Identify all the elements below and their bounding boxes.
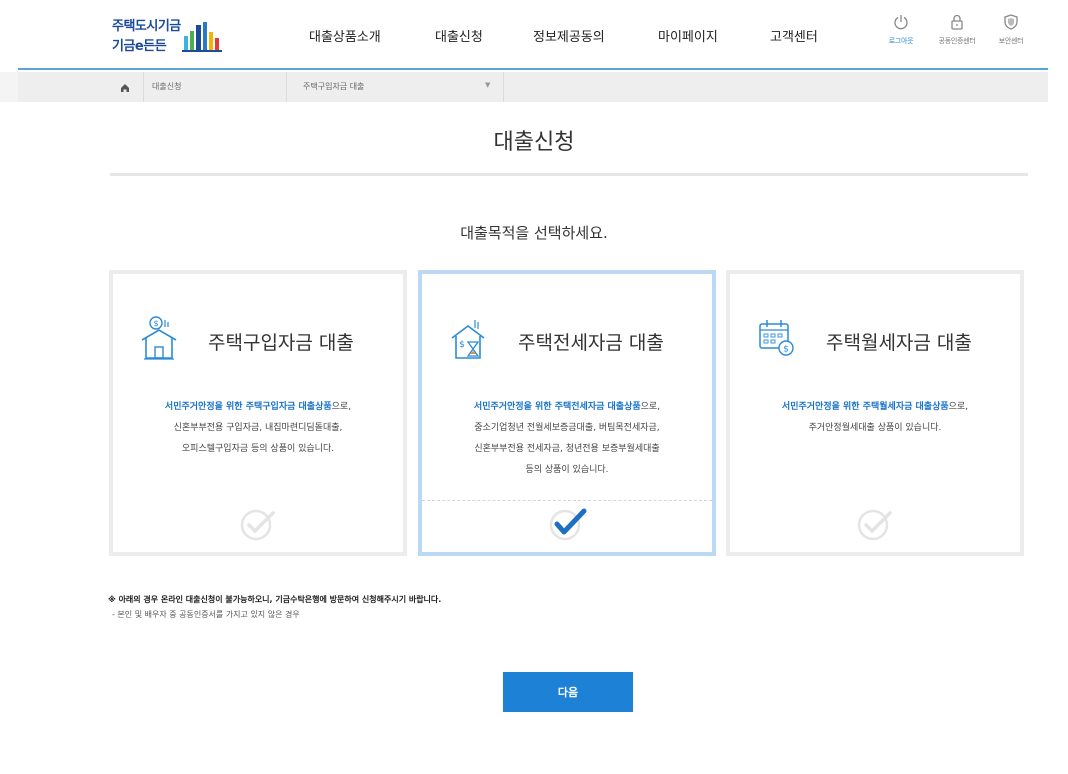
logo-text-line1: 주택도시기금 — [112, 19, 181, 34]
svg-text:$: $ — [153, 319, 158, 328]
logout-label: 로그아웃 — [888, 37, 914, 45]
card-desc-line: 주거안정월세대출 상품이 있습니다. — [808, 423, 942, 433]
card-desc-suffix: 으로, — [640, 402, 661, 412]
loan-card-purchase[interactable]: $ 주택구입자금 대출 서민주거안정을 위한 주택구입자금 대출상품으로, 신혼… — [109, 270, 407, 556]
shield-icon — [1004, 14, 1018, 30]
certificate-center-label: 공동인증센터 — [938, 37, 976, 45]
nav-mypage[interactable]: 마이페이지 — [658, 26, 718, 45]
check-icon — [857, 509, 892, 541]
card-title: 주택월세자금 대출 — [826, 332, 972, 354]
house-lease-icon: $ — [451, 320, 485, 359]
card-desc-highlight: 서민주거안정을 위한 주택전세자금 대출상품 — [473, 402, 641, 412]
svg-text:$: $ — [459, 340, 465, 350]
lock-icon — [951, 14, 963, 30]
security-center-label: 보안센터 — [998, 37, 1024, 45]
logo-bars-icon — [182, 22, 222, 52]
nav-loan-products[interactable]: 대출상품소개 — [309, 26, 381, 45]
certificate-center-button[interactable]: 공동인증센터 — [929, 14, 985, 46]
logout-button[interactable]: 로그아웃 — [873, 14, 929, 46]
card-desc-suffix: 으로, — [331, 402, 352, 412]
card-desc-line: 중소기업청년 전월세보증금대출, 버팀목전세자금, — [474, 423, 660, 433]
card-desc-line: 등의 상품이 있습니다. — [525, 465, 609, 475]
card-desc-highlight: 서민주거안정을 위한 주택월세자금 대출상품 — [781, 402, 949, 412]
page-subtitle: 대출목적을 선택하세요. — [460, 224, 608, 242]
breadcrumb-separator — [143, 72, 144, 102]
card-desc-highlight: 서민주거안정을 위한 주택구입자금 대출상품 — [164, 402, 332, 412]
logo-text-line2: 기금e든든 — [112, 39, 167, 54]
card-desc-line: 신혼부부전용 전세자금, 청년전용 보증부월세대출 — [474, 444, 660, 454]
notice-text: ※ 아래의 경우 온라인 대출신청이 불가능하오니, 기금수탁은행에 방문하여 … — [108, 595, 442, 604]
card-desc-line: 신혼부부전용 구입자금, 내집마련디딤돌대출, — [173, 423, 343, 433]
loan-card-lease[interactable]: $ 주택전세자금 대출 서민주거안정을 위한 주택전세자금 대출상품으로, 중소… — [418, 270, 716, 556]
title-divider — [110, 173, 1028, 176]
calendar-rent-icon: $ — [759, 320, 794, 356]
breadcrumb-separator — [503, 72, 504, 102]
card-title: 주택구입자금 대출 — [208, 332, 354, 354]
site-logo[interactable]: 주택도시기금 기금e든든 — [112, 14, 232, 58]
notice-subtext: - 본인 및 배우자 중 공동인증서를 가지고 있지 않은 경우 — [112, 610, 300, 619]
security-center-button[interactable]: 보안센터 — [983, 14, 1039, 46]
breadcrumb-level1[interactable]: 대출신청 — [152, 81, 181, 92]
home-icon[interactable] — [110, 78, 140, 98]
check-selected-icon — [549, 508, 587, 541]
house-purchase-icon: $ — [141, 316, 177, 360]
breadcrumb-separator — [286, 72, 287, 102]
nav-customer-center[interactable]: 고객센터 — [770, 26, 818, 45]
card-desc-suffix: 으로, — [948, 402, 969, 412]
card-divider — [422, 500, 712, 502]
card-description: 서민주거안정을 위한 주택구입자금 대출상품으로, 신혼부부전용 구입자금, 내… — [113, 397, 403, 460]
loan-card-monthly-rent[interactable]: $ 주택월세자금 대출 서민주거안정을 위한 주택월세자금 대출상품으로, 주거… — [726, 270, 1024, 556]
site-header: 주택도시기금 기금e든든 대출상품소개 대출신청 정보제공동의 마이페이지 고객… — [0, 0, 1068, 70]
card-desc-line: 오피스텔구입자금 등의 상품이 있습니다. — [181, 444, 335, 454]
nav-loan-application[interactable]: 대출신청 — [435, 26, 483, 45]
power-icon — [894, 15, 908, 30]
chevron-down-icon[interactable]: ▼ — [485, 81, 490, 89]
card-description: 서민주거안정을 위한 주택월세자금 대출상품으로, 주거안정월세대출 상품이 있… — [730, 397, 1020, 439]
check-icon — [240, 509, 275, 541]
nav-info-consent[interactable]: 정보제공동의 — [533, 26, 605, 45]
svg-text:$: $ — [783, 345, 789, 355]
page-title: 대출신청 — [493, 130, 575, 155]
card-description: 서민주거안정을 위한 주택전세자금 대출상품으로, 중소기업청년 전월세보증금대… — [422, 397, 712, 481]
breadcrumb-level2-dropdown[interactable]: 주택구입자금 대출 — [303, 81, 364, 92]
header-divider — [18, 68, 1048, 70]
card-title: 주택전세자금 대출 — [518, 332, 664, 354]
breadcrumb: 대출신청 주택구입자금 대출 ▼ — [18, 72, 1048, 102]
next-button[interactable]: 다음 — [503, 672, 633, 712]
breadcrumb-edge — [0, 72, 18, 102]
